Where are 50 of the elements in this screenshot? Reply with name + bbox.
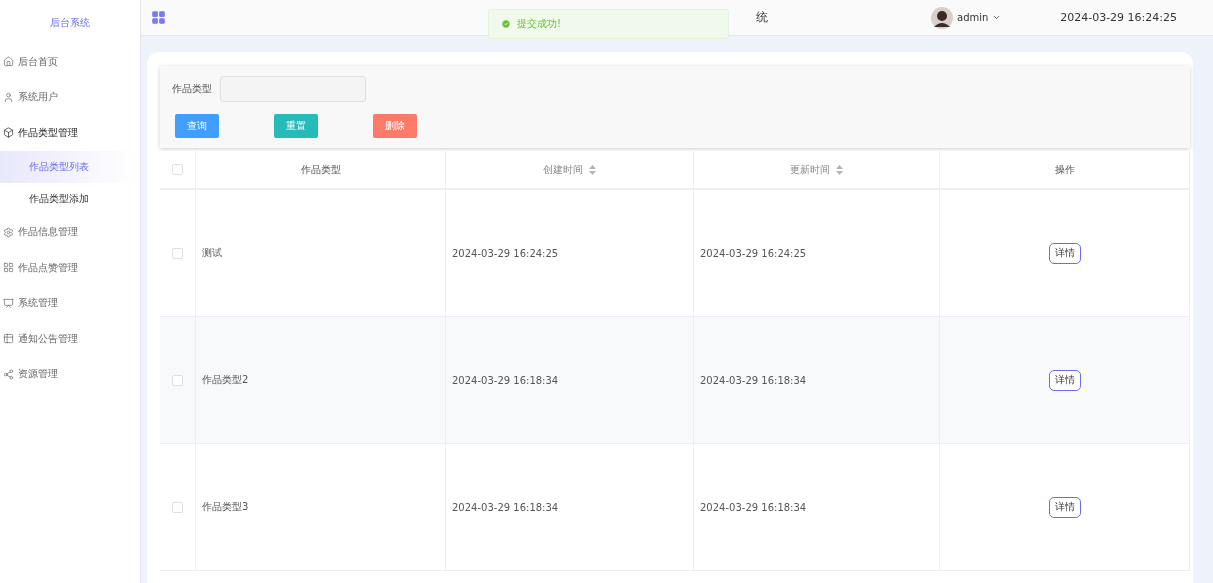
grid-icon xyxy=(3,262,14,274)
column-header: 操作 xyxy=(1054,162,1075,177)
share-icon xyxy=(3,368,14,380)
table-cell: 测试 xyxy=(202,246,222,260)
type-input[interactable] xyxy=(220,76,366,102)
datetime: 2024-03-29 16:24:25 xyxy=(1060,11,1177,24)
avatar-icon xyxy=(931,6,953,29)
checkbox[interactable] xyxy=(172,247,183,259)
home-icon xyxy=(3,56,14,68)
check-icon xyxy=(501,19,511,29)
user-icon xyxy=(3,91,14,103)
sidebar-item[interactable]: 作品类型管理 xyxy=(0,115,140,151)
app-title: 统 xyxy=(756,9,768,26)
sidebar-item[interactable]: 系统用户 xyxy=(0,79,140,115)
table-cell: 作品类型3 xyxy=(202,500,249,514)
detail-button[interactable]: 详情 xyxy=(1048,242,1081,264)
table-cell: 2024-03-29 16:24:25 xyxy=(700,247,807,259)
success-toast: 提交成功! xyxy=(488,9,729,39)
field-label: 作品类型 xyxy=(172,82,212,96)
detail-button[interactable]: 详情 xyxy=(1048,496,1081,518)
table-cell: 2024-03-29 16:18:34 xyxy=(452,501,559,513)
sidebar-subitem[interactable]: 作品类型添加 xyxy=(0,182,140,215)
sidebar-item[interactable]: 后台首页 xyxy=(0,44,140,80)
user-menu[interactable]: admin xyxy=(931,6,1002,29)
column-header: 作品类型 xyxy=(300,162,341,177)
sidebar-title: 后台系统 xyxy=(49,16,91,30)
checkbox[interactable] xyxy=(172,501,183,513)
sidebar-item[interactable]: 作品信息管理 xyxy=(0,214,140,250)
sidebar-item[interactable]: 系统管理 xyxy=(0,285,140,321)
table-cell: 2024-03-29 16:18:34 xyxy=(700,501,807,513)
detail-button[interactable]: 详情 xyxy=(1048,369,1081,391)
sort-icon[interactable] xyxy=(836,164,843,175)
sort-icon[interactable] xyxy=(589,164,596,175)
board-icon xyxy=(3,297,14,309)
sidebar-item[interactable]: 通知公告管理 xyxy=(0,321,140,357)
table-cell: 2024-03-29 16:18:34 xyxy=(452,374,559,386)
column-header[interactable]: 更新时间 xyxy=(790,162,830,177)
menu-icon[interactable] xyxy=(151,10,166,25)
column-header[interactable]: 创建时间 xyxy=(543,162,583,177)
sidebar-item[interactable]: 作品点赞管理 xyxy=(0,250,140,286)
table-cell: 2024-03-29 16:24:25 xyxy=(452,247,559,259)
table-cell: 2024-03-29 16:18:34 xyxy=(700,374,807,386)
gear-icon xyxy=(3,226,14,238)
checkbox[interactable] xyxy=(172,164,183,175)
checkbox[interactable] xyxy=(172,374,183,386)
table-icon xyxy=(3,333,14,345)
cube-icon xyxy=(3,127,14,139)
sidebar-item[interactable]: 资源管理 xyxy=(0,356,140,392)
chevron-icon xyxy=(992,13,1002,22)
table-cell: 作品类型2 xyxy=(202,373,249,387)
